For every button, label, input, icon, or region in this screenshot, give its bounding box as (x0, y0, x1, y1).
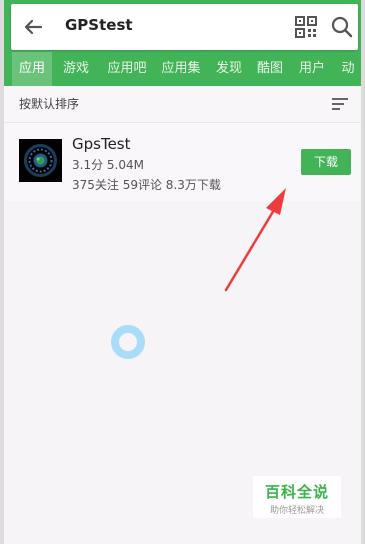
download-button[interactable]: 下载 (301, 149, 351, 175)
sort-icon[interactable] (331, 96, 349, 112)
tab-cool-images[interactable]: 酷图 (253, 52, 287, 86)
tab-apps[interactable]: 应用 (12, 52, 52, 86)
sort-bar: 按默认排序 (4, 86, 361, 123)
loading-icon (111, 325, 145, 359)
header: GPStest 应用 游戏 应用吧 应用集 发现 酷图 用户 动 (4, 0, 361, 86)
back-arrow-icon[interactable] (19, 13, 47, 41)
watermark-title: 百科全说 (264, 483, 329, 501)
search-input[interactable]: GPStest (65, 16, 133, 34)
app-name: GpsTest (72, 135, 131, 153)
tab-discover[interactable]: 发现 (212, 52, 246, 86)
qr-code-icon[interactable] (295, 16, 317, 38)
app-icon[interactable] (19, 139, 62, 182)
search-icon[interactable] (329, 14, 355, 40)
watermark-subtitle: 助你轻松解决 (269, 506, 324, 516)
category-tabs: 应用 游戏 应用吧 应用集 发现 酷图 用户 动 (4, 52, 361, 86)
tab-games[interactable]: 游戏 (57, 52, 95, 86)
app-rating-size: 3.1分 5.04M (72, 158, 144, 172)
tab-app-collections[interactable]: 应用集 (157, 52, 205, 86)
phone-screen: GPStest 应用 游戏 应用吧 应用集 发现 酷图 用户 动 按默认排序 G… (4, 0, 361, 544)
watermark: 百科全说 助你轻松解决 (253, 476, 341, 518)
app-stats: 375关注 59评论 8.3万下载 (72, 178, 221, 192)
app-list-item[interactable]: GpsTest 3.1分 5.04M 375关注 59评论 8.3万下载 下载 (4, 123, 361, 201)
sort-label[interactable]: 按默认排序 (19, 95, 79, 112)
annotation-arrow-icon (214, 180, 304, 300)
tab-more[interactable]: 动 (337, 52, 359, 86)
search-bar[interactable]: GPStest (11, 4, 358, 50)
tab-app-forum[interactable]: 应用吧 (103, 52, 151, 86)
tab-users[interactable]: 用户 (295, 52, 329, 86)
